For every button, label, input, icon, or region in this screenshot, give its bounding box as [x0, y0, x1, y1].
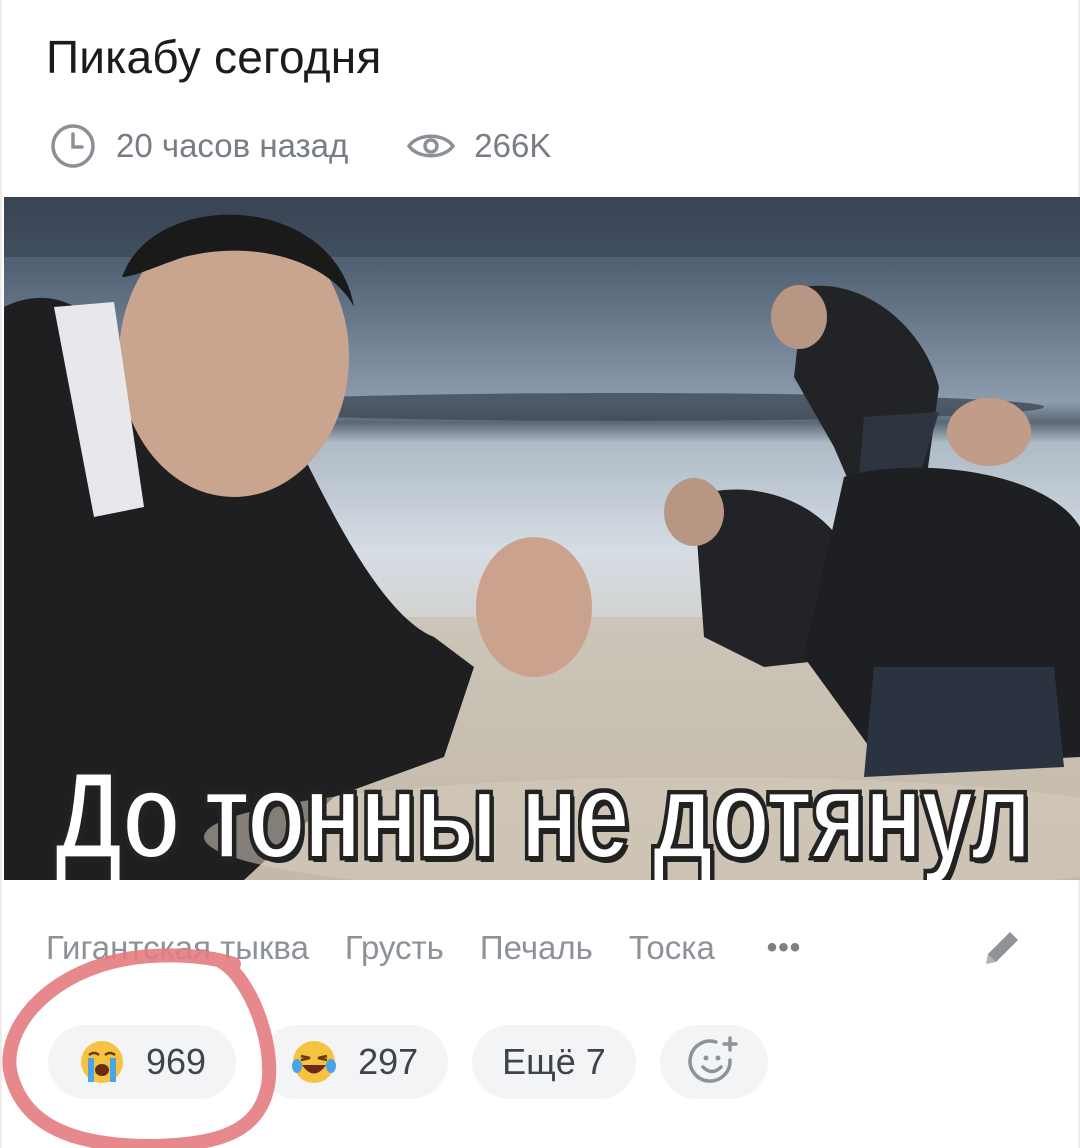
laughing-face-icon [292, 1041, 337, 1083]
pencil-icon[interactable] [978, 924, 1026, 972]
more-reactions-button[interactable]: Ещё 7 [472, 1025, 636, 1099]
post-image[interactable]: До тонны не дотянул [4, 197, 1080, 880]
add-reaction-icon [688, 1036, 738, 1083]
more-reactions-label: Ещё 7 [502, 1041, 606, 1082]
meme-caption: До тонны не дотянул [53, 744, 1033, 880]
tags-more-button[interactable]: ••• [767, 931, 802, 965]
post-card: Пикабу сегодня 20 часов назад 266K До то… [0, 0, 1080, 1148]
add-reaction-button[interactable] [659, 1025, 768, 1099]
reaction-crying-button[interactable]: 969 [48, 1025, 237, 1099]
reaction-count: 969 [146, 1041, 207, 1082]
tag-list: Гигантская тыква Грусть Печаль Тоска ••• [46, 918, 801, 978]
tag-item[interactable]: Грусть [345, 929, 444, 967]
clock-icon [48, 121, 98, 171]
tag-item[interactable]: Гигантская тыква [46, 929, 309, 967]
tag-item[interactable]: Печаль [480, 929, 593, 967]
eye-icon [406, 121, 456, 171]
reaction-laughing-button[interactable]: 297 [260, 1025, 449, 1099]
reaction-count: 297 [358, 1041, 419, 1082]
reactions-bar: 969 297 Ещё 7 [48, 1025, 768, 1099]
post-views: 266K [474, 127, 552, 164]
crying-face-icon [81, 1041, 123, 1083]
post-title[interactable]: Пикабу сегодня [46, 30, 381, 84]
post-meta: 20 часов назад 266K [48, 118, 551, 174]
post-time: 20 часов назад [116, 127, 349, 164]
tag-item[interactable]: Тоска [629, 929, 715, 967]
